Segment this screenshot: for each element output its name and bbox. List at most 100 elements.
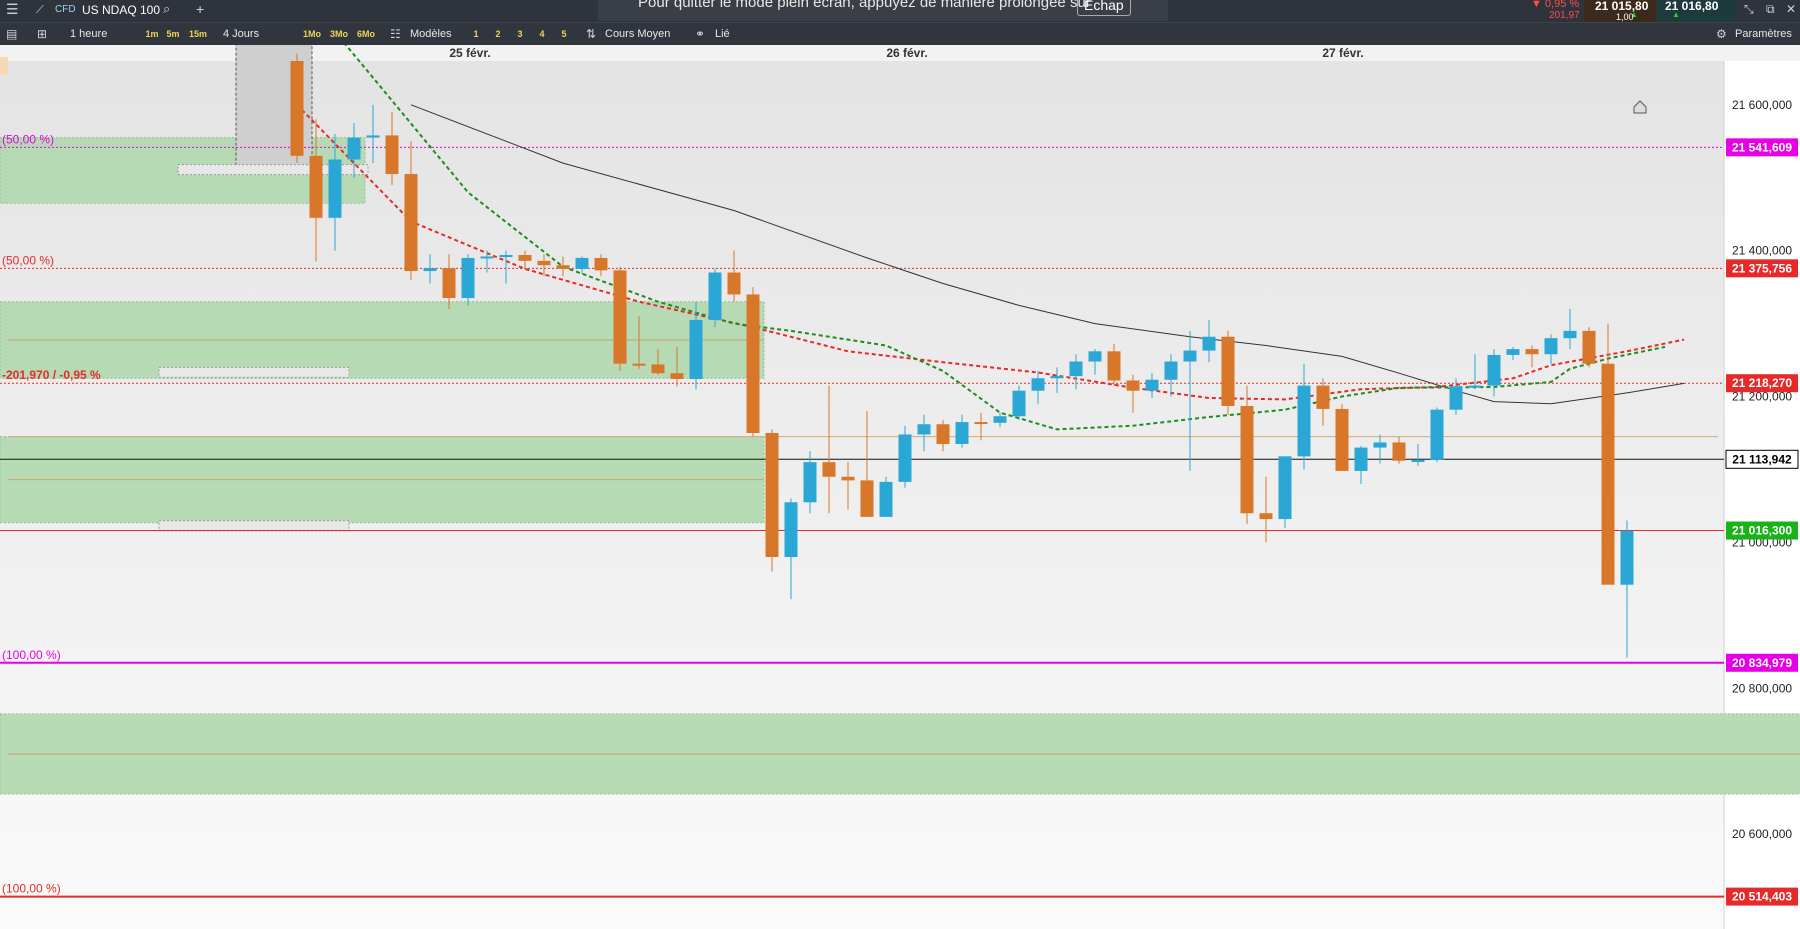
candle-body bbox=[784, 502, 798, 557]
candle-body bbox=[556, 265, 570, 269]
price-axis-box-label: 21 541,609 bbox=[1732, 140, 1792, 154]
candle-body bbox=[822, 462, 836, 477]
candle-body bbox=[442, 268, 456, 299]
candle-body bbox=[1183, 350, 1197, 362]
templates-icon[interactable]: ☷ bbox=[390, 23, 401, 45]
link-toggle[interactable]: Lié bbox=[715, 23, 730, 45]
level-tag: (50,00 %) bbox=[2, 132, 54, 146]
candle-body bbox=[1620, 530, 1634, 585]
candle-body bbox=[1582, 330, 1596, 364]
price-mode-select[interactable]: Cours Moyen bbox=[605, 23, 670, 45]
candle-body bbox=[1544, 338, 1558, 355]
price-axis-background bbox=[1724, 61, 1800, 929]
price-axis-box-label: 20 514,403 bbox=[1732, 890, 1792, 904]
interval-15m[interactable]: 15m bbox=[187, 27, 209, 41]
candle-body bbox=[1411, 459, 1425, 462]
candle-body bbox=[1050, 376, 1064, 379]
candle-body bbox=[879, 481, 893, 517]
candle-body bbox=[727, 272, 741, 295]
instrument-tag: CFD bbox=[55, 4, 76, 15]
layout-icon[interactable]: ⊞ bbox=[37, 23, 47, 45]
range-6mo[interactable]: 6Mo bbox=[354, 27, 378, 41]
layout-1[interactable]: 1 bbox=[468, 27, 484, 41]
price-tick-label: 20 600,000 bbox=[1732, 827, 1792, 841]
exit-fullscreen-icon[interactable]: ⤡ bbox=[1744, 0, 1754, 20]
candle-body bbox=[1240, 406, 1254, 514]
candle-body bbox=[499, 255, 513, 258]
level-tag: (50,00 %) bbox=[2, 253, 54, 267]
panel-icon[interactable]: ▤ bbox=[6, 23, 17, 45]
interval-1m[interactable]: 1m bbox=[143, 27, 161, 41]
dashed-box bbox=[158, 366, 350, 378]
link-icon[interactable]: ⚭ bbox=[695, 23, 705, 45]
candle-body bbox=[1601, 363, 1615, 585]
chart-toolbar: ▤ ⊞ 1 heure 1m 5m 15m 4 Jours 1Mo 3Mo 6M… bbox=[0, 22, 1800, 45]
change-percent: ▼ 0,95 % bbox=[1531, 0, 1580, 10]
candle-body bbox=[936, 424, 950, 444]
candle-body bbox=[1012, 390, 1026, 417]
price-axis-box-label: 21 016,300 bbox=[1732, 524, 1792, 538]
level-tag: -201,970 / -0,95 % bbox=[2, 368, 101, 382]
close-icon[interactable]: ✕ bbox=[1786, 0, 1796, 20]
candle-body bbox=[955, 422, 969, 444]
date-tick-label: 25 févr. bbox=[449, 46, 490, 60]
plus-icon[interactable]: + bbox=[196, 0, 204, 20]
range-3mo[interactable]: 3Mo bbox=[327, 27, 351, 41]
gear-icon[interactable]: ⚙ bbox=[1716, 23, 1727, 45]
price-chart[interactable]: (50,00 %) (50,00 %) -201,970 / -0,95 % (100… bbox=[0, 45, 1800, 929]
fullscreen-notice: Pour quitter le mode plein écran, appuye… bbox=[638, 0, 1091, 11]
candle-body bbox=[632, 363, 646, 366]
candle-body bbox=[1468, 385, 1482, 388]
candle-body bbox=[974, 422, 988, 425]
candle-body bbox=[1392, 442, 1406, 461]
range-select[interactable]: 4 Jours bbox=[223, 23, 259, 45]
candle-body bbox=[670, 373, 684, 380]
price-tick-label: 20 800,000 bbox=[1732, 681, 1792, 695]
interval-5m[interactable]: 5m bbox=[164, 27, 182, 41]
candle-body bbox=[1145, 379, 1159, 391]
dashed-box bbox=[158, 520, 350, 532]
hamburger-icon[interactable]: ☰ bbox=[6, 0, 19, 20]
price-axis-box-label: 21 375,756 bbox=[1732, 261, 1792, 275]
candle-body bbox=[1202, 336, 1216, 351]
candle-body bbox=[1316, 385, 1330, 409]
candle-body bbox=[1126, 380, 1140, 391]
models-button[interactable]: Modèles bbox=[410, 23, 452, 45]
layout-2[interactable]: 2 bbox=[490, 27, 506, 41]
layout-5[interactable]: 5 bbox=[556, 27, 572, 41]
popout-icon[interactable]: ⧉ bbox=[1766, 0, 1775, 20]
settings-button[interactable]: Paramètres bbox=[1735, 23, 1792, 45]
candle-body bbox=[746, 294, 760, 433]
instrument-name[interactable]: US NDAQ 100 bbox=[82, 3, 160, 17]
range-1mo[interactable]: 1Mo bbox=[300, 27, 324, 41]
candle-body bbox=[917, 424, 931, 435]
search-icon[interactable]: ⌕ bbox=[163, 0, 170, 20]
candle-body bbox=[1430, 409, 1444, 460]
candle-body bbox=[480, 256, 494, 259]
candle-body bbox=[1297, 385, 1311, 457]
candle-body bbox=[347, 137, 361, 160]
interval-select[interactable]: 1 heure bbox=[70, 23, 107, 45]
price-axis-box-label: 21 218,270 bbox=[1732, 376, 1792, 390]
candle-body bbox=[328, 159, 342, 218]
chart-area[interactable]: (50,00 %) (50,00 %) -201,970 / -0,95 % (100… bbox=[0, 45, 1800, 929]
candle-body bbox=[385, 135, 399, 175]
price-tick-label: 21 600,000 bbox=[1732, 98, 1792, 112]
candle-body bbox=[1449, 386, 1463, 410]
candle-body bbox=[860, 480, 874, 517]
candle-body bbox=[841, 476, 855, 481]
candle-body bbox=[1563, 330, 1577, 339]
candle-body bbox=[309, 155, 323, 218]
candle-body bbox=[423, 268, 437, 272]
layout-3[interactable]: 3 bbox=[512, 27, 528, 41]
spread-value: 1,00 bbox=[1616, 12, 1634, 22]
candle-body bbox=[689, 319, 703, 380]
layout-4[interactable]: 4 bbox=[534, 27, 550, 41]
level-tag: (100,00 %) bbox=[2, 648, 61, 662]
candle-body bbox=[1354, 447, 1368, 471]
candle-body bbox=[366, 135, 380, 138]
date-tick-label: 27 févr. bbox=[1322, 46, 1363, 60]
price-mode-icon[interactable]: ⇅ bbox=[586, 23, 596, 45]
candle-body bbox=[1107, 351, 1121, 381]
escape-key-badge[interactable]: Échap bbox=[1077, 0, 1131, 16]
